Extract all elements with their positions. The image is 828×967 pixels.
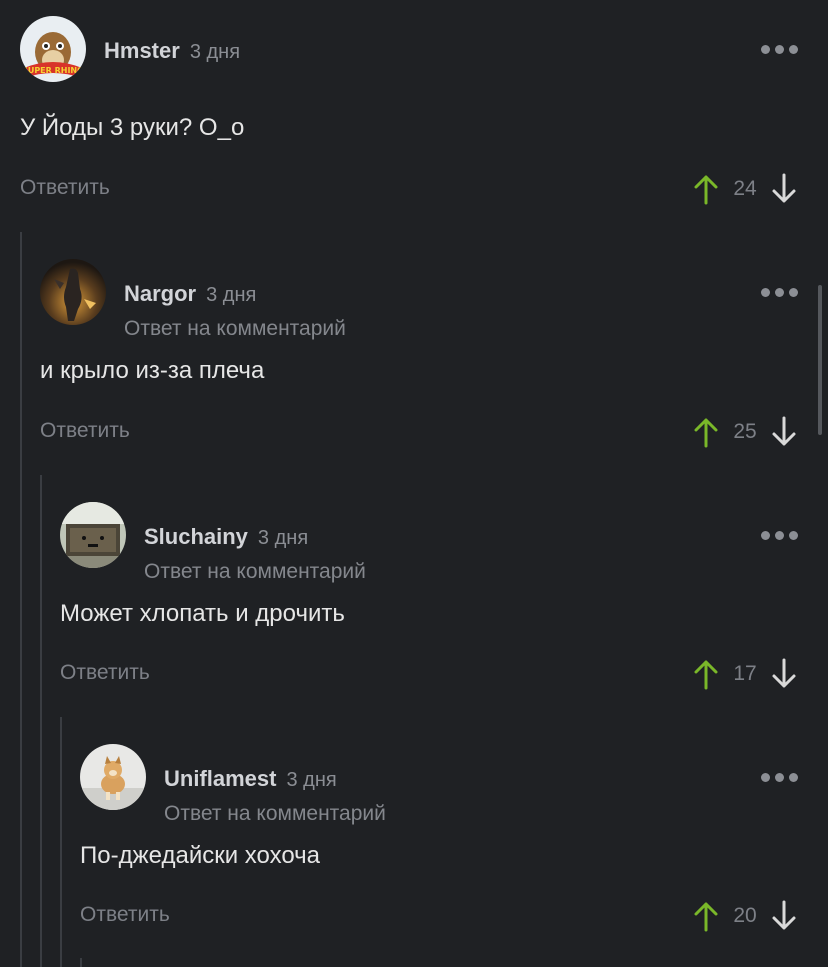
comment-text: У Йоды 3 руки? О_о xyxy=(20,114,245,141)
more-options-icon[interactable] xyxy=(761,288,798,297)
comment-header: Nargor 3 дня Ответ на комментарий xyxy=(40,259,828,340)
comment-footer: Ответить 17 xyxy=(60,657,798,691)
comment: Nargor 3 дня Ответ на комментарий и крыло… xyxy=(40,259,828,459)
more-options-icon[interactable] xyxy=(761,773,798,782)
comment-text: По-джедайски хохоча xyxy=(80,842,321,869)
comment-text: и крыло из-за плеча xyxy=(40,357,265,384)
vote-block: 25 xyxy=(692,415,798,449)
reply-button[interactable]: Ответить xyxy=(80,903,170,927)
downvote-arrow-icon[interactable] xyxy=(770,173,798,205)
username[interactable]: Nargor 3 дня xyxy=(124,281,256,307)
upvote-arrow-icon[interactable] xyxy=(692,900,720,932)
vote-block: 17 xyxy=(692,657,798,691)
comment-header: Sluchainy 3 дня Ответ на комментарий xyxy=(60,502,828,583)
comment-header: Uniflamest 3 дня Ответ на комментарий xyxy=(80,744,828,825)
downvote-arrow-icon[interactable] xyxy=(770,900,798,932)
comment: Uniflamest 3 дня Ответ на комментарий По-… xyxy=(80,744,828,944)
comment-text: Может хлопать и дрочить xyxy=(60,600,345,627)
reply-button[interactable]: Ответить xyxy=(60,661,150,685)
username-text[interactable]: Uniflamest xyxy=(164,766,276,791)
thread-line-level-4 xyxy=(80,958,82,967)
username[interactable]: Sluchainy 3 дня xyxy=(144,524,308,550)
comment-footer: Ответить 20 xyxy=(80,899,798,933)
comment-time: 3 дня xyxy=(189,41,241,63)
comment-footer: Ответить 24 xyxy=(20,172,798,206)
avatar[interactable] xyxy=(80,744,146,810)
comment: SUPER RHINO Hmster 3 дня У Йоды 3 руки? О… xyxy=(20,16,828,216)
comment-time: 3 дня xyxy=(257,527,309,549)
vote-block: 20 xyxy=(692,899,798,933)
thread-line-level-3 xyxy=(60,717,62,967)
username-text[interactable]: Nargor xyxy=(124,281,196,306)
reply-to-link[interactable]: Ответ на комментарий xyxy=(144,560,366,584)
rating-count: 17 xyxy=(733,662,757,685)
username[interactable]: Uniflamest 3 дня xyxy=(164,766,337,792)
comment: Sluchainy 3 дня Ответ на комментарий Може… xyxy=(60,502,828,702)
username[interactable]: Hmster 3 дня xyxy=(104,38,240,64)
username-text[interactable]: Hmster xyxy=(104,38,180,63)
more-options-icon[interactable] xyxy=(761,45,798,54)
thread-line-level-2 xyxy=(40,475,42,967)
upvote-arrow-icon[interactable] xyxy=(692,173,720,205)
avatar[interactable] xyxy=(60,502,126,568)
upvote-arrow-icon[interactable] xyxy=(692,658,720,690)
username-text[interactable]: Sluchainy xyxy=(144,524,248,549)
reply-button[interactable]: Ответить xyxy=(40,419,130,443)
rating-count: 20 xyxy=(733,904,757,927)
reply-to-link[interactable]: Ответ на комментарий xyxy=(164,802,386,826)
avatar[interactable]: SUPER RHINO xyxy=(20,16,86,82)
downvote-arrow-icon[interactable] xyxy=(770,416,798,448)
rating-count: 25 xyxy=(733,420,757,443)
comment-footer: Ответить 25 xyxy=(40,415,798,449)
avatar-logo-text: SUPER RHINO xyxy=(22,66,84,75)
reply-button[interactable]: Ответить xyxy=(20,176,110,200)
comment-time: 3 дня xyxy=(206,284,257,306)
vote-block: 24 xyxy=(692,172,798,206)
downvote-arrow-icon[interactable] xyxy=(770,658,798,690)
more-options-icon[interactable] xyxy=(761,531,798,540)
thread-line-level-1 xyxy=(20,232,22,967)
comment-time: 3 дня xyxy=(286,769,337,791)
rating-count: 24 xyxy=(733,177,757,200)
upvote-arrow-icon[interactable] xyxy=(692,416,720,448)
avatar[interactable] xyxy=(40,259,106,325)
comment-header: SUPER RHINO Hmster 3 дня xyxy=(20,16,828,86)
reply-to-link[interactable]: Ответ на комментарий xyxy=(124,317,346,341)
